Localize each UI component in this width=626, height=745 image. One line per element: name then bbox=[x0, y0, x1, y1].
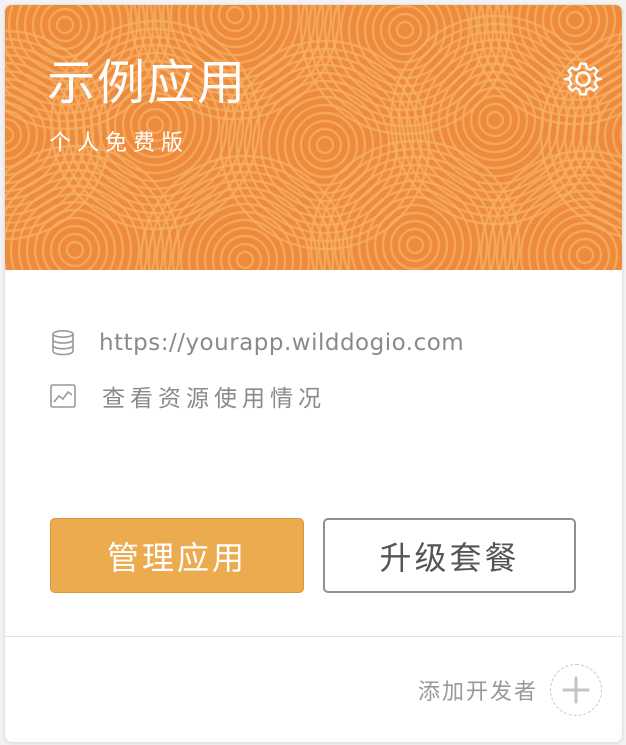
add-developer-button[interactable]: 添加开发者 bbox=[418, 663, 602, 717]
app-card-header: 示例应用 个人免费版 bbox=[5, 5, 622, 270]
app-url[interactable]: https://yourapp.wilddogio.com bbox=[99, 330, 464, 356]
add-developer-label: 添加开发者 bbox=[417, 680, 538, 705]
usage-link[interactable]: 查看资源使用情况 bbox=[102, 379, 326, 413]
plus-icon bbox=[550, 664, 602, 716]
settings-button[interactable] bbox=[563, 61, 603, 101]
upgrade-plan-button[interactable]: 升级套餐 bbox=[323, 518, 576, 593]
app-plan-label: 个人免费版 bbox=[49, 131, 190, 156]
footer-divider bbox=[5, 636, 622, 637]
app-title: 示例应用 bbox=[47, 55, 248, 111]
database-icon bbox=[52, 329, 74, 356]
app-card: 示例应用 个人免费版 https://yourapp.wilddogio.com bbox=[4, 4, 623, 743]
app-url-row: https://yourapp.wilddogio.com bbox=[49, 327, 464, 359]
chart-icon bbox=[50, 384, 76, 408]
manage-app-button[interactable]: 管理应用 bbox=[50, 518, 304, 593]
gear-icon bbox=[563, 62, 603, 96]
usage-row[interactable]: 查看资源使用情况 bbox=[49, 380, 326, 412]
